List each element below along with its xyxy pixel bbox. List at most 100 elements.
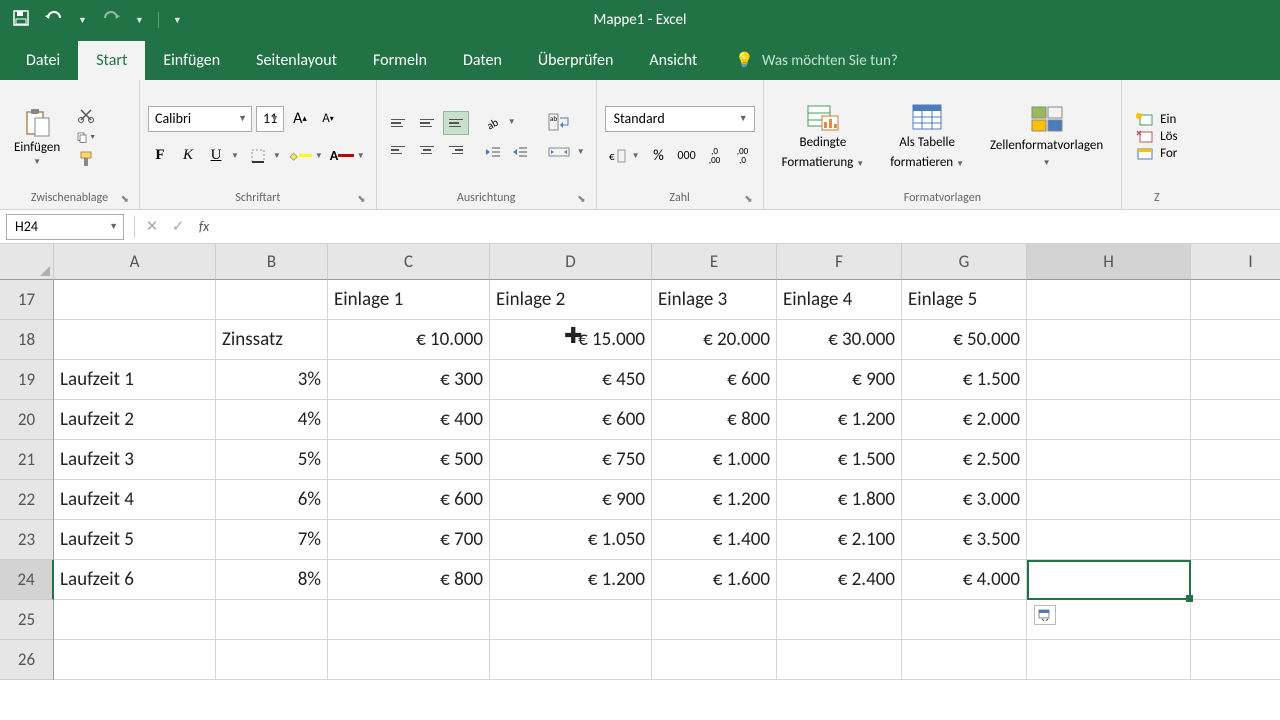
name-box[interactable]: H24▼ xyxy=(6,214,124,240)
delete-cells-button[interactable]: Lös xyxy=(1136,129,1177,144)
autofill-options-icon[interactable] xyxy=(1034,605,1056,625)
cell-H23[interactable] xyxy=(1027,520,1191,560)
paste-button[interactable]: Einfügen ▼ xyxy=(8,102,66,171)
increase-font-icon[interactable]: A▴ xyxy=(288,107,312,131)
cell-A21[interactable]: Laufzeit 3 xyxy=(54,440,216,480)
cell-A19[interactable]: Laufzeit 1 xyxy=(54,360,216,400)
cell-D21[interactable]: € 750 xyxy=(490,440,652,480)
tab-einfuegen[interactable]: Einfügen xyxy=(145,41,238,80)
cell-I26[interactable] xyxy=(1191,640,1280,680)
cell-C22[interactable]: € 600 xyxy=(328,480,490,520)
tab-formeln[interactable]: Formeln xyxy=(355,41,445,80)
cell-I20[interactable] xyxy=(1191,400,1280,440)
cell-B26[interactable] xyxy=(216,640,328,680)
alignment-launcher-icon[interactable]: ⬊ xyxy=(577,192,585,205)
col-header-C[interactable]: C xyxy=(328,244,490,280)
tell-me-search[interactable]: 💡 Was möchten Sie tun? xyxy=(735,41,897,80)
cell-F18[interactable]: € 30.000 xyxy=(777,320,902,360)
col-header-G[interactable]: G xyxy=(902,244,1027,280)
cell-C26[interactable] xyxy=(328,640,490,680)
cell-D17[interactable]: Einlage 2 xyxy=(490,280,652,320)
cell-B19[interactable]: 3% xyxy=(216,360,328,400)
row-header-17[interactable]: 17 xyxy=(0,280,54,320)
tab-start[interactable]: Start xyxy=(78,41,145,80)
cell-I23[interactable] xyxy=(1191,520,1280,560)
underline-dropdown-icon[interactable]: ▼ xyxy=(228,151,242,161)
merge-button[interactable] xyxy=(544,140,574,164)
cell-C24[interactable]: € 800 xyxy=(328,560,490,600)
cell-D24[interactable]: € 1.200 xyxy=(490,560,652,600)
row-header-23[interactable]: 23 xyxy=(0,520,54,560)
align-center-button[interactable] xyxy=(414,138,440,162)
cell-D23[interactable]: € 1.050 xyxy=(490,520,652,560)
cell-C19[interactable]: € 300 xyxy=(328,360,490,400)
cell-I19[interactable] xyxy=(1191,360,1280,400)
cell-H18[interactable] xyxy=(1027,320,1191,360)
cell-C23[interactable]: € 700 xyxy=(328,520,490,560)
cell-F21[interactable]: € 1.500 xyxy=(777,440,902,480)
accounting-format-button[interactable]: € xyxy=(605,144,629,168)
cell-B25[interactable] xyxy=(216,600,328,640)
accept-formula-icon[interactable]: ✓ xyxy=(165,214,191,240)
col-header-D[interactable]: D xyxy=(490,244,652,280)
cancel-formula-icon[interactable]: ✕ xyxy=(139,214,165,240)
cell-F26[interactable] xyxy=(777,640,902,680)
cell-D22[interactable]: € 900 xyxy=(490,480,652,520)
fill-color-button[interactable] xyxy=(288,144,312,168)
cell-C25[interactable] xyxy=(328,600,490,640)
cell-B17[interactable] xyxy=(216,280,328,320)
fill-color-dropdown-icon[interactable]: ▼ xyxy=(312,151,326,161)
increase-indent-button[interactable] xyxy=(508,140,532,164)
cell-H20[interactable] xyxy=(1027,400,1191,440)
cell-G18[interactable]: € 50.000 xyxy=(902,320,1027,360)
border-button[interactable] xyxy=(246,144,270,168)
undo-icon[interactable] xyxy=(44,10,64,31)
row-header-20[interactable]: 20 xyxy=(0,400,54,440)
cell-E23[interactable]: € 1.400 xyxy=(652,520,777,560)
cell-I25[interactable] xyxy=(1191,600,1280,640)
tab-datei[interactable]: Datei xyxy=(8,41,78,80)
undo-dropdown-icon[interactable]: ▼ xyxy=(78,15,87,26)
cell-D18[interactable]: € 15.000 xyxy=(490,320,652,360)
font-size-combo[interactable]: 11▼ xyxy=(256,106,284,132)
col-header-E[interactable]: E xyxy=(652,244,777,280)
italic-button[interactable]: K xyxy=(176,144,200,168)
border-dropdown-icon[interactable]: ▼ xyxy=(270,151,284,161)
bold-button[interactable]: F xyxy=(148,144,172,168)
cell-I18[interactable] xyxy=(1191,320,1280,360)
cell-B23[interactable]: 7% xyxy=(216,520,328,560)
cell-G24[interactable]: € 4.000 xyxy=(902,560,1027,600)
cell-G26[interactable] xyxy=(902,640,1027,680)
row-header-24[interactable]: 24 xyxy=(0,560,54,600)
cell-D26[interactable] xyxy=(490,640,652,680)
comma-style-button[interactable]: 000 xyxy=(675,144,699,168)
copy-icon[interactable]: ▼ xyxy=(76,129,96,145)
cell-C20[interactable]: € 400 xyxy=(328,400,490,440)
format-as-table-button[interactable]: Als Tabelle formatieren ▼ xyxy=(880,100,974,173)
decrease-decimal-button[interactable]: ,00,0 xyxy=(731,144,755,168)
cell-G19[interactable]: € 1.500 xyxy=(902,360,1027,400)
cell-C18[interactable]: € 10.000 xyxy=(328,320,490,360)
align-bottom-button[interactable] xyxy=(443,111,469,135)
cell-E24[interactable]: € 1.600 xyxy=(652,560,777,600)
orientation-dropdown-icon[interactable]: ▼ xyxy=(505,117,519,127)
col-header-B[interactable]: B xyxy=(216,244,328,280)
cell-I24[interactable] xyxy=(1191,560,1280,600)
col-header-H[interactable]: H xyxy=(1027,244,1191,280)
cell-E20[interactable]: € 800 xyxy=(652,400,777,440)
cell-G23[interactable]: € 3.500 xyxy=(902,520,1027,560)
format-cells-button[interactable]: For xyxy=(1136,146,1177,161)
cell-H26[interactable] xyxy=(1027,640,1191,680)
tab-ansicht[interactable]: Ansicht xyxy=(631,41,715,80)
cell-H19[interactable] xyxy=(1027,360,1191,400)
align-top-button[interactable] xyxy=(385,111,411,135)
align-middle-button[interactable] xyxy=(414,111,440,135)
underline-button[interactable]: U xyxy=(204,144,228,168)
cell-E18[interactable]: € 20.000 xyxy=(652,320,777,360)
tab-ueberpruefen[interactable]: Überprüfen xyxy=(520,41,631,80)
increase-decimal-button[interactable]: ,0,00 xyxy=(703,144,727,168)
cell-G25[interactable] xyxy=(902,600,1027,640)
cell-C21[interactable]: € 500 xyxy=(328,440,490,480)
row-header-19[interactable]: 19 xyxy=(0,360,54,400)
insert-function-icon[interactable]: fx xyxy=(191,214,217,240)
